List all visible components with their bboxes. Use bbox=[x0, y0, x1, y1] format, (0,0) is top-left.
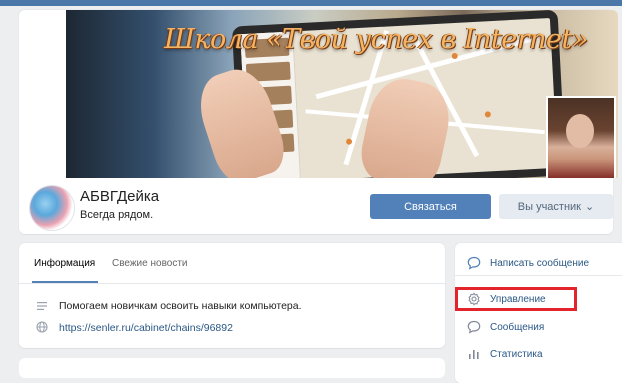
coach-portrait bbox=[546, 96, 616, 178]
info-tabs: Информация Свежие новости bbox=[19, 243, 445, 284]
group-name: АБВГДейка bbox=[80, 188, 160, 205]
next-section-card bbox=[19, 358, 445, 378]
contact-button[interactable]: Связаться bbox=[370, 194, 491, 219]
statistics-label: Статистика bbox=[490, 348, 543, 360]
info-card: Информация Свежие новости Помогаем нович… bbox=[19, 243, 445, 348]
messages-link[interactable]: Сообщения bbox=[467, 317, 544, 337]
globe-icon bbox=[36, 321, 48, 333]
statistics-link[interactable]: Статистика bbox=[467, 344, 543, 364]
text-lines-icon bbox=[37, 302, 47, 310]
group-website-link[interactable]: https://senler.ru/cabinet/chains/96892 bbox=[59, 322, 233, 334]
messages-label: Сообщения bbox=[490, 321, 545, 333]
write-message-label: Написать сообщение bbox=[490, 257, 590, 269]
group-avatar[interactable] bbox=[30, 186, 74, 230]
top-nav-bar bbox=[0, 0, 622, 6]
side-actions-card: Написать сообщение Управление Сообщения … bbox=[455, 243, 622, 383]
membership-button[interactable]: Вы участник ⌄ bbox=[499, 194, 613, 219]
active-tab-indicator bbox=[32, 281, 98, 283]
cover-image: Школа «Твой успех в Internet» bbox=[66, 10, 618, 178]
cover-title: Школа «Твой успех в Internet» bbox=[164, 24, 588, 55]
chat-bubble-icon bbox=[467, 320, 481, 334]
chevron-down-icon: ⌄ bbox=[585, 201, 595, 213]
bar-chart-icon bbox=[469, 350, 479, 359]
group-header-card: Школа «Твой успех в Internet» АБВГДейка … bbox=[19, 10, 618, 234]
tab-latest-news[interactable]: Свежие новости bbox=[112, 258, 188, 269]
write-message-link[interactable]: Написать сообщение bbox=[467, 253, 589, 273]
management-highlight-frame bbox=[455, 287, 577, 311]
tab-information[interactable]: Информация bbox=[34, 258, 95, 269]
contact-button-label: Связаться bbox=[404, 200, 457, 213]
membership-button-label: Вы участник bbox=[517, 200, 581, 213]
group-status: Всегда рядом. bbox=[80, 209, 154, 221]
group-description: Помогаем новичкам освоить навыки компьют… bbox=[59, 300, 302, 312]
chat-bubble-icon bbox=[467, 256, 481, 270]
